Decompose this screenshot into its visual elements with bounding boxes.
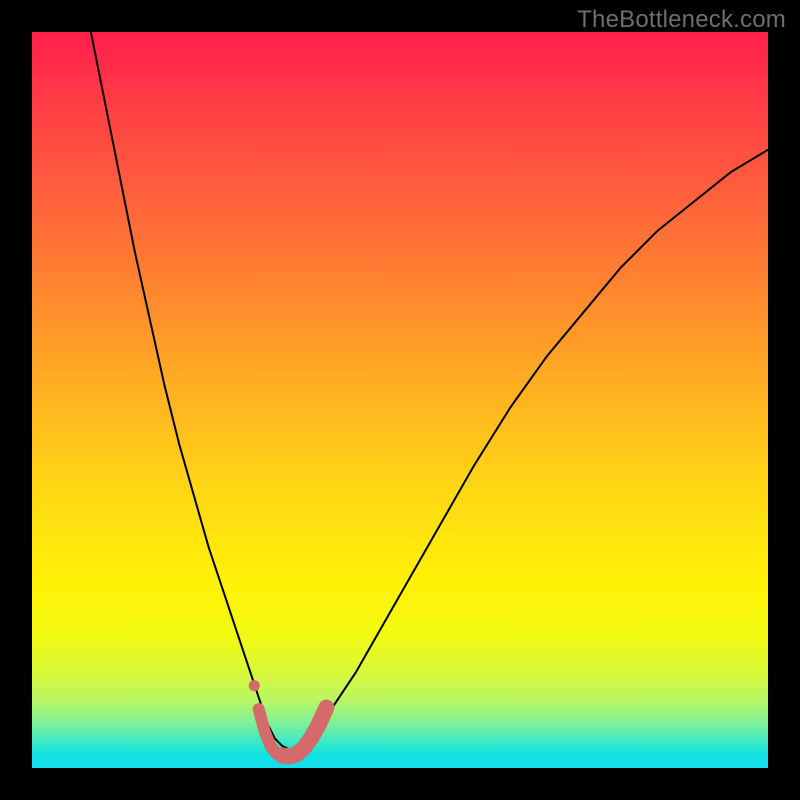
chart-frame: TheBottleneck.com bbox=[0, 0, 800, 800]
chart-plot-area bbox=[32, 32, 768, 768]
main-curve bbox=[91, 32, 768, 750]
minimum-highlight-dot bbox=[249, 680, 260, 691]
chart-svg bbox=[32, 32, 768, 768]
minimum-highlight-right bbox=[282, 708, 326, 757]
watermark-text: TheBottleneck.com bbox=[577, 6, 786, 34]
